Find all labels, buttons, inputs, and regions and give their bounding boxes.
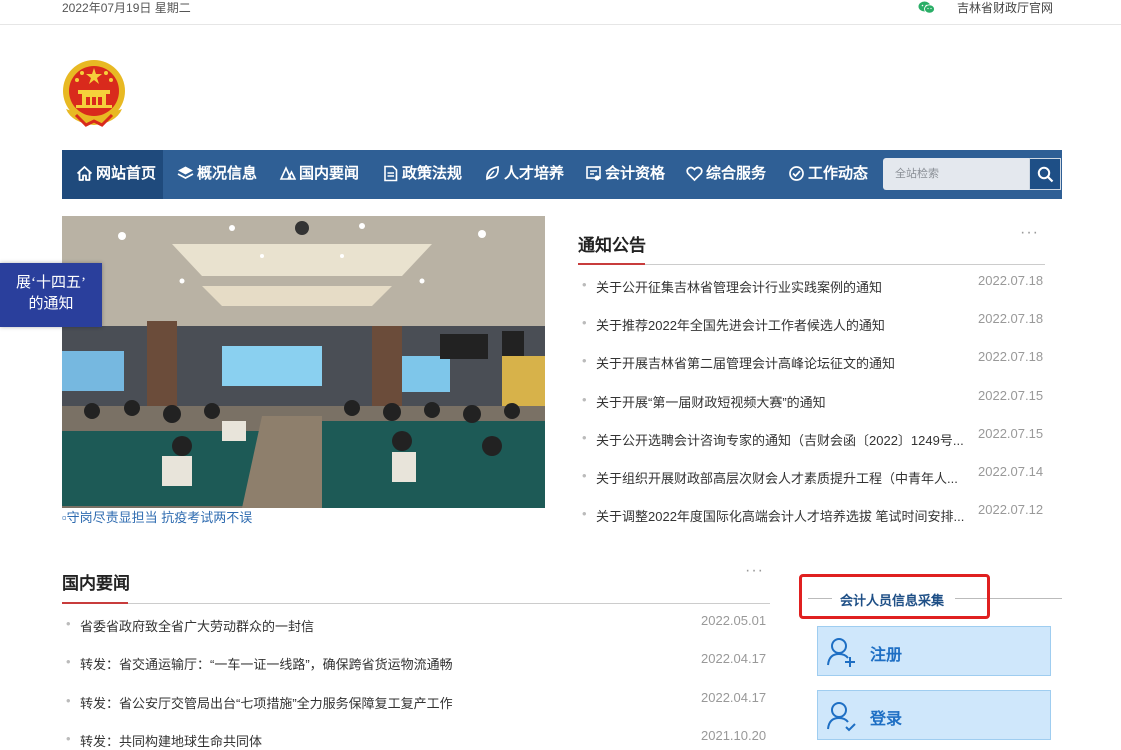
login-label: 登录: [870, 711, 903, 728]
list-item-date: 2022.05.01: [701, 613, 767, 628]
nav-label: 政策法规: [402, 165, 463, 182]
current-date: 2022年07月19日 星期二: [62, 1, 191, 15]
settings-icon: [789, 166, 804, 181]
bullet-icon: •: [582, 429, 587, 445]
notices-title: 通知公告: [578, 236, 646, 255]
notices-divider-accent: [578, 263, 645, 265]
list-item[interactable]: • 省委省政府致全省广大劳动群众的一封信: [66, 616, 702, 634]
nav-label: 工作动态: [808, 165, 869, 182]
bullet-icon: •: [66, 730, 71, 746]
bullet-icon: •: [582, 391, 587, 407]
bullet-icon: •: [582, 315, 587, 331]
notices-divider: [578, 264, 1045, 265]
nav-label: 网站首页: [96, 165, 157, 182]
list-item[interactable]: • 转发：省公安厅交管局出台“七项措施”全力服务保障复工复产工作: [66, 693, 702, 711]
list-item-date: 2022.04.17: [701, 651, 767, 667]
list-item[interactable]: • 关于公开选聘会计咨询专家的通知（吉财会函〔2022〕1249号...: [582, 430, 968, 448]
list-item-title: 关于组织开展财政部高层次财会人才素质提升工程（中青年人...: [596, 471, 958, 486]
nav-item-policy[interactable]: 政策法规: [382, 150, 482, 199]
list-item[interactable]: • 转发：省交通运输厅：“一车一证一线路”，确保跨省货运物流通畅: [66, 654, 702, 672]
bullet-icon: •: [582, 468, 587, 483]
add-user-icon: [827, 638, 855, 667]
list-item-date: 2022.07.12: [978, 502, 1044, 518]
list-item-title: 关于开展吉林省第二届管理会计高峰论坛征文的通知: [596, 356, 896, 372]
list-item-date: 2022.07.18: [978, 273, 1044, 288]
list-item-date: 2022.07.18: [978, 311, 1044, 327]
home-icon: [76, 166, 93, 181]
register-label: 注册: [870, 647, 903, 664]
nav-item-work-updates[interactable]: 工作动态: [788, 150, 888, 199]
domestic-news-divider-accent: [62, 602, 128, 604]
list-item-title: 关于公开选聘会计咨询专家的通知（吉财会函〔2022〕1249号...: [596, 432, 964, 448]
list-item[interactable]: • 转发：共同构建地球生命共同体: [66, 731, 702, 749]
bullet-icon: •: [582, 506, 587, 522]
list-item[interactable]: • 关于公开征集吉林省管理会计行业实践案例的通知: [582, 277, 968, 295]
list-item-date: 2022.07.18: [978, 349, 1044, 365]
list-item-date: 2022.04.17: [701, 689, 767, 705]
list-item[interactable]: • 关于开展“第一届财政短视频大赛”的通知: [582, 392, 968, 410]
nav-item-talent[interactable]: 人才培养: [484, 150, 584, 199]
bullet-icon: •: [66, 654, 71, 670]
heart-icon: [686, 166, 703, 182]
nav-item-accounting-qualification[interactable]: 会计资格: [585, 150, 685, 199]
leaf-icon: [486, 166, 499, 181]
nav-label: 综合服务: [706, 165, 767, 182]
wechat-icon[interactable]: [918, 1, 935, 14]
certificate-icon: [586, 166, 601, 181]
bullet-icon: •: [66, 616, 71, 631]
info-collection-highlight: [799, 574, 990, 619]
hero-photo[interactable]: [62, 216, 545, 508]
list-item-date: 2022.07.14: [978, 464, 1044, 479]
list-item[interactable]: • 关于组织开展财政部高层次财会人才素质提升工程（中青年人...: [582, 468, 968, 486]
conference-room-photo: [62, 216, 545, 508]
bullet-icon: •: [582, 353, 587, 369]
list-item-title: 关于公开征集吉林省管理会计行业实践案例的通知: [596, 280, 883, 295]
nav-label: 概况信息: [197, 165, 258, 182]
list-item-title: 关于推荐2022年全国先进会计工作者候选人的通知: [596, 318, 885, 334]
domestic-news-more-button[interactable]: ···: [745, 562, 764, 580]
list-item-date: 2021.10.20: [701, 727, 767, 743]
search-button[interactable]: [1029, 158, 1061, 190]
bullet-icon: •: [66, 692, 71, 708]
login-button[interactable]: 登录: [817, 690, 1051, 740]
nav-label: 国内要闻: [299, 165, 360, 182]
domestic-news-divider: [62, 603, 770, 604]
floating-tab-line2: 的通知: [28, 296, 74, 312]
nav-item-home[interactable]: 网站首页: [62, 150, 163, 199]
domestic-news-title: 国内要闻: [62, 574, 130, 593]
news-icon: [279, 166, 296, 180]
list-item-title: 转发：共同构建地球生命共同体: [80, 733, 263, 749]
nav-item-services[interactable]: 综合服务: [686, 150, 786, 199]
hero-caption-text: 守岗尽责显担当 抗疫考试两不误: [66, 510, 253, 525]
nav-label: 会计资格: [605, 165, 666, 182]
list-item[interactable]: • 关于开展吉林省第二届管理会计高峰论坛征文的通知: [582, 353, 968, 371]
layers-icon: [177, 166, 194, 180]
document-icon: [384, 165, 398, 182]
nav-item-overview[interactable]: 概况信息: [177, 150, 277, 199]
list-item-title: 转发：省交通运输厅：“一车一证一线路”，确保跨省货运物流通畅: [80, 657, 453, 673]
list-item-title: 转发：省公安厅交管局出台“七项措施”全力服务保障复工复产工作: [80, 695, 453, 711]
list-item-date: 2022.07.15: [978, 425, 1044, 441]
notices-more-button[interactable]: ···: [1020, 224, 1039, 242]
floating-notice-tab[interactable]: 展‘十四五’ 的通知: [0, 263, 102, 327]
list-item-title: 省委省政府致全省广大劳动群众的一封信: [80, 619, 315, 634]
list-item[interactable]: • 关于推荐2022年全国先进会计工作者候选人的通知: [582, 315, 968, 333]
hero-caption-link[interactable]: ▫守岗尽责显担当 抗疫考试两不误: [62, 507, 252, 526]
site-search-input[interactable]: [883, 158, 1029, 190]
user-icon: [827, 702, 856, 732]
search-icon: [1037, 166, 1054, 183]
floating-tab-line1: 展‘十四五’: [16, 275, 86, 291]
top-bar: 2022年07月19日 星期二 吉林省财政厅官网: [0, 0, 1121, 25]
list-item-title: 关于调整2022年度国际化高端会计人才培养选拔 笔试时间安排...: [596, 509, 965, 525]
nav-label: 人才培养: [504, 165, 565, 182]
nav-item-domestic-news[interactable]: 国内要闻: [279, 150, 379, 199]
main-nav: 网站首页 概况信息 国内要闻 政策法规 人才培养 会计资格 综合服务 工作动态: [62, 150, 1062, 199]
national-emblem-logo[interactable]: [62, 59, 126, 127]
bullet-icon: •: [582, 277, 587, 292]
list-item-title: 关于开展“第一届财政短视频大赛”的通知: [596, 394, 826, 410]
list-item[interactable]: • 关于调整2022年度国际化高端会计人才培养选拔 笔试时间安排...: [582, 506, 968, 524]
official-site-link[interactable]: 吉林省财政厅官网: [957, 0, 1053, 16]
register-button[interactable]: 注册: [817, 626, 1051, 676]
list-item-date: 2022.07.15: [978, 387, 1044, 403]
